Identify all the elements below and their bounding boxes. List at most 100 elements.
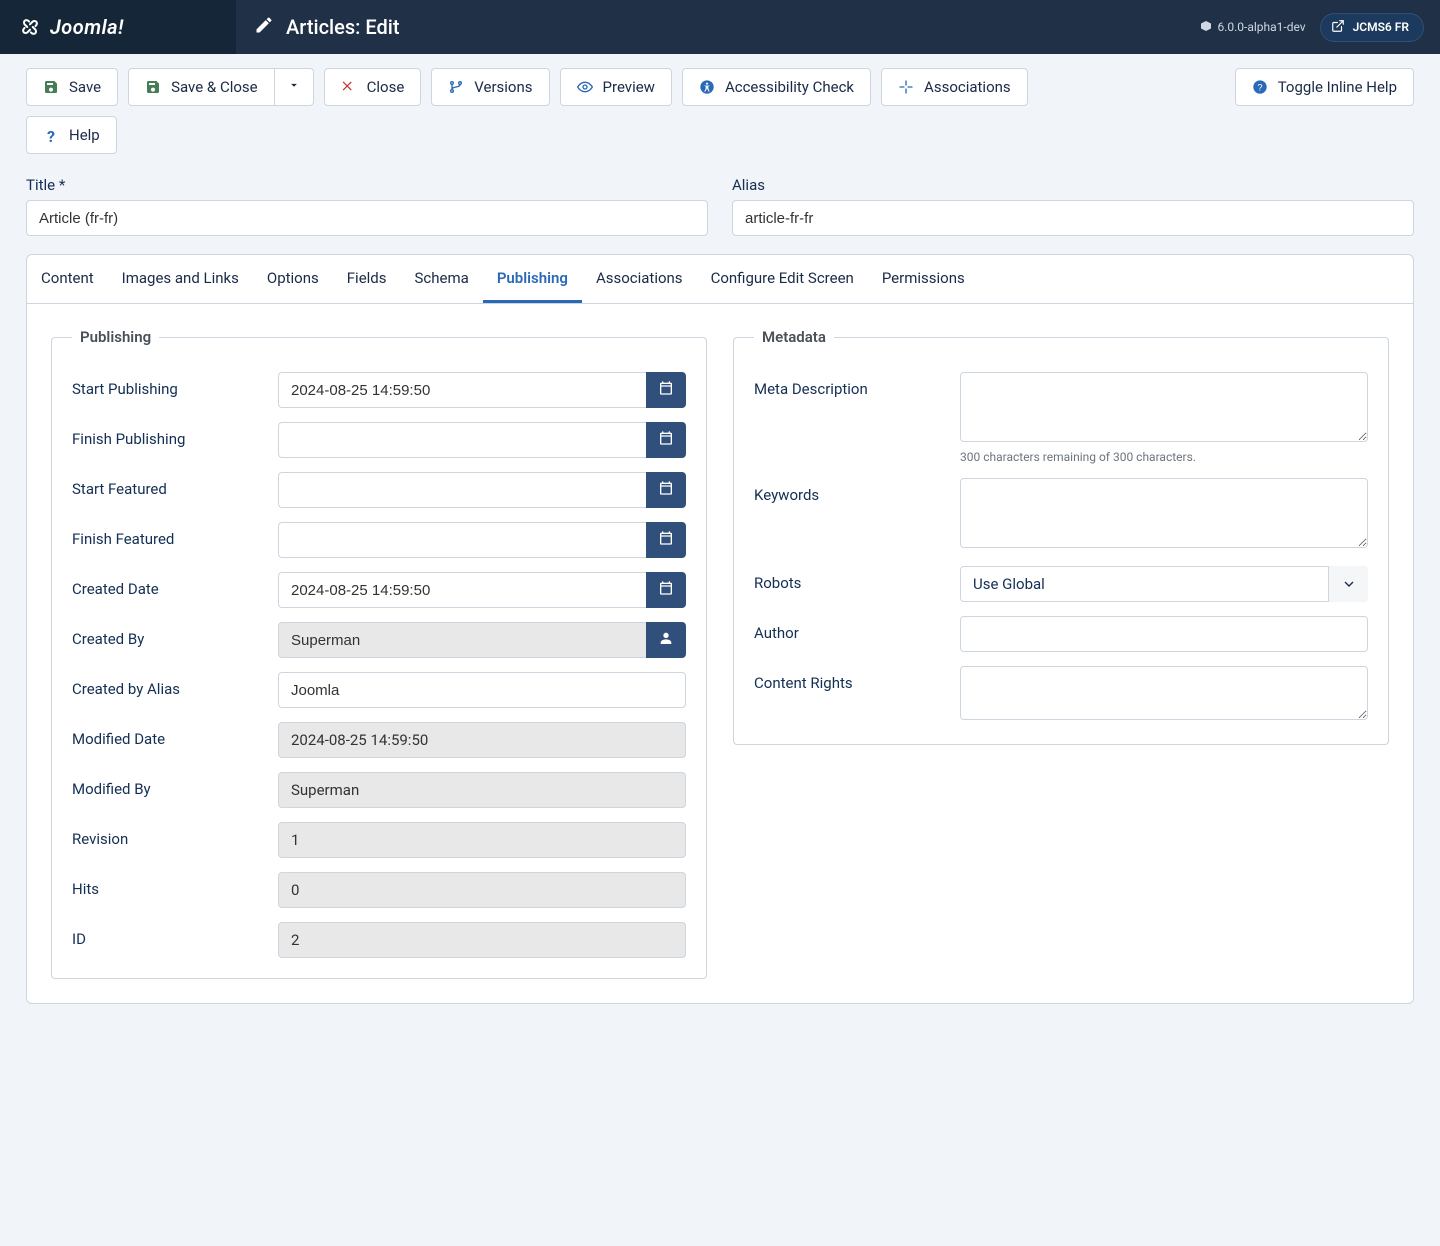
content-rights-input[interactable] (960, 666, 1368, 720)
question-circle-icon: ? (1252, 79, 1268, 95)
finish-publishing-calendar-button[interactable] (646, 422, 686, 458)
tab-permissions[interactable]: Permissions (868, 255, 979, 303)
question-icon: ? (43, 127, 59, 143)
tab-fields[interactable]: Fields (333, 255, 401, 303)
calendar-icon (658, 480, 674, 500)
robots-label: Robots (754, 566, 944, 592)
external-link-icon (1331, 19, 1345, 36)
modified-by-label: Modified By (72, 772, 262, 798)
metadata-legend: Metadata (754, 328, 834, 346)
save-close-dropdown[interactable] (274, 69, 313, 105)
id-label: ID (72, 922, 262, 948)
modified-by-value: Superman (278, 772, 686, 808)
tab-publishing[interactable]: Publishing (483, 255, 582, 303)
save-button[interactable]: Save (26, 68, 118, 106)
id-value: 2 (278, 922, 686, 958)
finish-featured-input[interactable] (278, 522, 646, 558)
created-by-input (278, 622, 646, 658)
help-button[interactable]: ? Help (26, 116, 117, 154)
tabs: Content Images and Links Options Fields … (27, 255, 1413, 304)
content-rights-label: Content Rights (754, 666, 944, 692)
save-close-button[interactable]: Save & Close (129, 69, 274, 105)
tab-configure[interactable]: Configure Edit Screen (697, 255, 868, 303)
created-by-user-button[interactable] (646, 622, 686, 658)
tab-body: Publishing Start Publishing Finish Publi… (27, 304, 1413, 1003)
alias-label: Alias (732, 176, 1414, 194)
modified-date-label: Modified Date (72, 722, 262, 748)
branch-icon (448, 79, 464, 95)
tab-associations[interactable]: Associations (582, 255, 697, 303)
tab-schema[interactable]: Schema (401, 255, 483, 303)
save-icon (145, 79, 161, 95)
save-close-group: Save & Close (128, 68, 314, 106)
title-alias-row: Title * Alias (0, 168, 1440, 254)
created-by-alias-input[interactable] (278, 672, 686, 708)
robots-select[interactable]: Use Global (960, 566, 1368, 602)
joomla-logo-icon (18, 15, 42, 39)
revision-label: Revision (72, 822, 262, 848)
start-publishing-calendar-button[interactable] (646, 372, 686, 408)
pencil-icon (254, 15, 274, 40)
preview-button[interactable]: Preview (560, 68, 672, 106)
finish-featured-label: Finish Featured (72, 522, 262, 548)
start-featured-label: Start Featured (72, 472, 262, 498)
created-date-input[interactable] (278, 572, 646, 608)
calendar-icon (658, 380, 674, 400)
keywords-input[interactable] (960, 478, 1368, 548)
tabs-panel: Content Images and Links Options Fields … (26, 254, 1414, 1004)
created-by-alias-label: Created by Alias (72, 672, 262, 698)
calendar-icon (658, 430, 674, 450)
close-icon (341, 79, 357, 95)
page-title: Articles: Edit (236, 15, 1184, 40)
calendar-icon (658, 530, 674, 550)
versions-button[interactable]: Versions (431, 68, 549, 106)
metadata-fieldset: Metadata Meta Description 300 characters… (733, 328, 1389, 745)
keywords-label: Keywords (754, 478, 944, 504)
brand-name: Joomla! (50, 15, 124, 39)
alias-input[interactable] (732, 200, 1414, 236)
close-button[interactable]: Close (324, 68, 422, 106)
accessibility-button[interactable]: Accessibility Check (682, 68, 871, 106)
meta-description-help: 300 characters remaining of 300 characte… (960, 450, 1368, 464)
associations-button[interactable]: Associations (881, 68, 1028, 106)
start-featured-calendar-button[interactable] (646, 472, 686, 508)
tab-options[interactable]: Options (253, 255, 333, 303)
calendar-icon (658, 580, 674, 600)
hits-label: Hits (72, 872, 262, 898)
toolbar: Save Save & Close Close Versions Preview (0, 54, 1440, 106)
revision-value: 1 (278, 822, 686, 858)
chevron-down-icon (287, 78, 301, 96)
meta-description-input[interactable] (960, 372, 1368, 442)
toggle-inline-help-button[interactable]: ? Toggle Inline Help (1235, 68, 1414, 106)
publishing-legend: Publishing (72, 328, 159, 346)
joomla-mark-icon (1200, 20, 1212, 35)
title-input[interactable] (26, 200, 708, 236)
start-publishing-label: Start Publishing (72, 372, 262, 398)
version-badge[interactable]: 6.0.0-alpha1-dev (1200, 20, 1305, 35)
site-link-pill[interactable]: JCMS6 FR (1320, 13, 1424, 42)
user-icon (658, 630, 674, 650)
brand[interactable]: Joomla! (0, 0, 236, 54)
created-date-label: Created Date (72, 572, 262, 598)
author-label: Author (754, 616, 944, 642)
created-date-calendar-button[interactable] (646, 572, 686, 608)
author-input[interactable] (960, 616, 1368, 652)
meta-description-label: Meta Description (754, 372, 944, 398)
finish-featured-calendar-button[interactable] (646, 522, 686, 558)
page-title-text: Articles: Edit (286, 15, 400, 39)
hits-value: 0 (278, 872, 686, 908)
toolbar-row-2: ? Help (0, 106, 1440, 168)
eye-icon (577, 79, 593, 95)
start-publishing-input[interactable] (278, 372, 646, 408)
tab-images-links[interactable]: Images and Links (108, 255, 253, 303)
title-label: Title * (26, 176, 708, 194)
finish-publishing-input[interactable] (278, 422, 646, 458)
start-featured-input[interactable] (278, 472, 646, 508)
save-icon (43, 79, 59, 95)
publishing-fieldset: Publishing Start Publishing Finish Publi… (51, 328, 707, 979)
accessibility-icon (699, 79, 715, 95)
tab-content[interactable]: Content (27, 255, 108, 303)
svg-text:?: ? (1257, 82, 1262, 92)
created-by-label: Created By (72, 622, 262, 648)
header-right: 6.0.0-alpha1-dev JCMS6 FR (1184, 13, 1440, 42)
